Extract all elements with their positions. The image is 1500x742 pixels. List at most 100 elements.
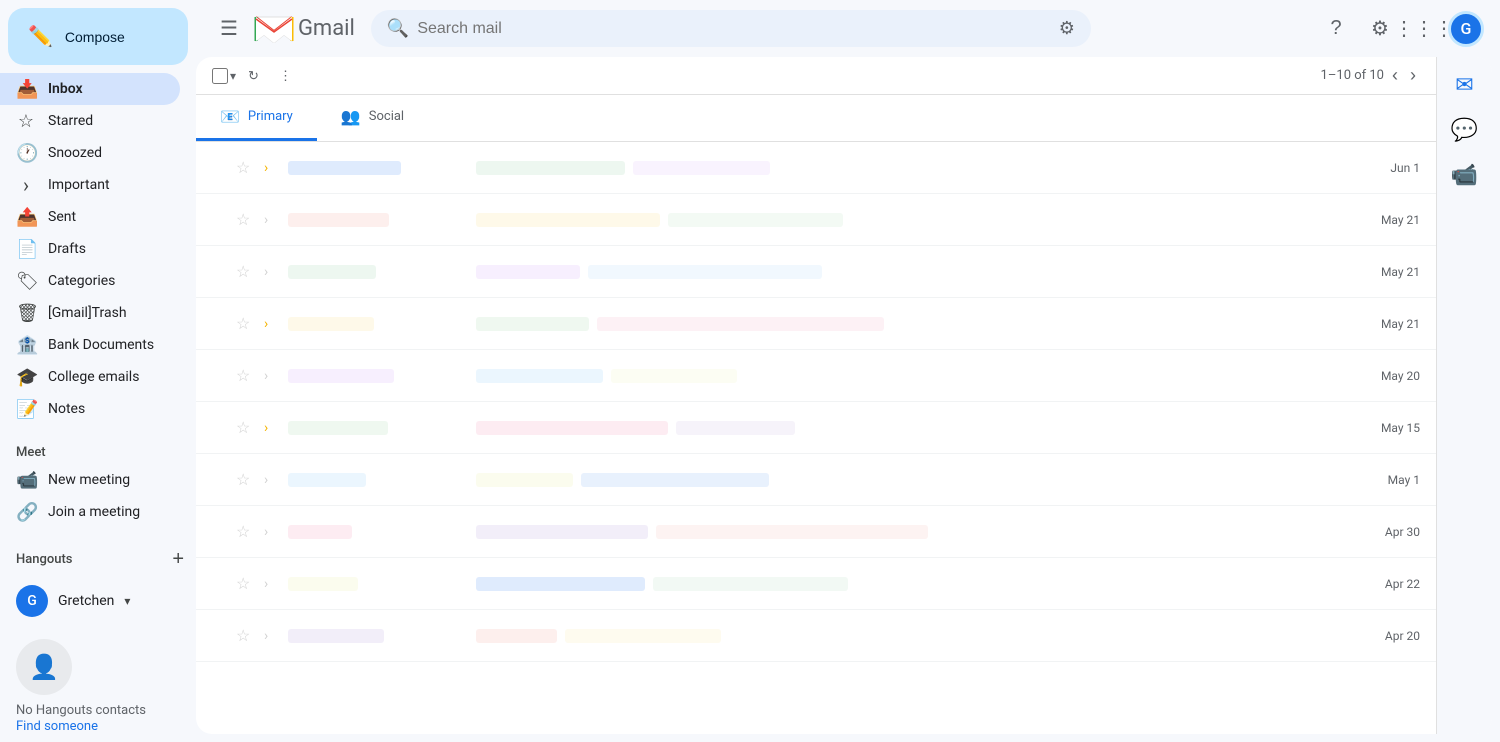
table-row[interactable]: ☆ › Apr 22: [196, 558, 1436, 610]
table-row[interactable]: ☆ › Apr 20: [196, 610, 1436, 662]
sidebar-item-categories[interactable]: 🏷 Categories: [0, 265, 180, 297]
select-all-area: ▾: [212, 68, 236, 84]
refresh-button[interactable]: ↻: [240, 62, 267, 90]
pagination-text: 1–10 of 10: [1321, 68, 1384, 83]
email-date: Apr 22: [1360, 577, 1420, 591]
email-sender: [288, 577, 468, 591]
star-icon[interactable]: ☆: [236, 626, 256, 645]
sidebar-item-bank-documents[interactable]: 🏦 Bank Documents: [0, 329, 180, 361]
email-section: ▾ ↻ ⋮ 1–10 of 10 ‹ › 📧 Primary 👥 Soc: [196, 57, 1436, 734]
email-date: Apr 30: [1360, 525, 1420, 539]
search-input[interactable]: [417, 20, 1050, 38]
apps-button[interactable]: ⋮⋮⋮: [1404, 9, 1444, 49]
tab-primary[interactable]: 📧 Primary: [196, 95, 317, 141]
no-hangouts-section: 👤 No Hangouts contacts Find someone: [0, 623, 196, 742]
right-tab-mail[interactable]: ✉: [1447, 65, 1481, 106]
table-row[interactable]: ☆ › May 21: [196, 298, 1436, 350]
add-hangout-button[interactable]: +: [168, 544, 188, 575]
email-sender: [288, 629, 468, 643]
right-tab-chat[interactable]: 💬: [1443, 110, 1486, 151]
email-subject-snippet: [476, 161, 1352, 175]
table-row[interactable]: ☆ › May 1: [196, 454, 1436, 506]
sidebar-item-inbox[interactable]: 📥 Inbox: [0, 73, 180, 105]
table-row[interactable]: ☆ › Jun 1: [196, 142, 1436, 194]
right-tab-meet[interactable]: 📹: [1443, 155, 1486, 196]
important-icon[interactable]: ›: [264, 212, 280, 228]
important-icon[interactable]: ›: [264, 628, 280, 644]
important-icon[interactable]: ›: [264, 524, 280, 540]
email-subject-snippet: [476, 317, 1352, 331]
important-icon[interactable]: ›: [264, 368, 280, 384]
table-row[interactable]: ☆ › May 20: [196, 350, 1436, 402]
sidebar-item-join-meeting[interactable]: 🔗 Join a meeting: [0, 496, 180, 528]
support-button[interactable]: ?: [1316, 9, 1356, 49]
meet-section: Meet 📹 New meeting 🔗 Join a meeting: [0, 437, 196, 528]
select-all-checkbox[interactable]: [212, 68, 228, 84]
important-icon[interactable]: ›: [264, 264, 280, 280]
chevron-down-icon[interactable]: ▾: [124, 594, 130, 608]
email-sender: [288, 213, 468, 227]
important-icon[interactable]: ›: [264, 420, 280, 436]
important-icon[interactable]: ›: [264, 160, 280, 176]
compose-button[interactable]: ✏️ Compose: [8, 8, 188, 65]
find-someone-link[interactable]: Find someone: [16, 719, 98, 734]
sidebar-item-important[interactable]: › Important: [0, 169, 180, 201]
next-page-button[interactable]: ›: [1406, 61, 1420, 90]
sidebar-item-gmail-trash[interactable]: 🗑 [Gmail]Trash: [0, 297, 180, 329]
sidebar-item-label: Starred: [48, 113, 164, 129]
pagination-info: 1–10 of 10 ‹ ›: [1321, 61, 1420, 90]
menu-button[interactable]: ☰: [212, 8, 246, 49]
user-avatar[interactable]: G: [1448, 11, 1484, 47]
tab-social[interactable]: 👥 Social: [317, 95, 428, 141]
email-list: ☆ › Jun 1 ☆ › May 21 ☆ ›: [196, 142, 1436, 734]
email-subject-snippet: [476, 577, 1352, 591]
notes-icon: 📝: [16, 399, 36, 420]
star-icon[interactable]: ☆: [236, 366, 256, 385]
more-options-button[interactable]: ⋮: [271, 62, 300, 90]
sent-icon: 📤: [16, 207, 36, 228]
email-date: May 20: [1360, 369, 1420, 383]
prev-page-button[interactable]: ‹: [1388, 61, 1402, 90]
email-subject-snippet: [476, 473, 1352, 487]
important-icon[interactable]: ›: [264, 576, 280, 592]
search-icon[interactable]: 🔍: [387, 18, 409, 39]
sidebar-item-label: Categories: [48, 273, 164, 289]
sidebar-item-sent[interactable]: 📤 Sent: [0, 201, 180, 233]
tune-icon[interactable]: ⚙: [1059, 18, 1075, 39]
sidebar-item-notes[interactable]: 📝 Notes: [0, 393, 180, 425]
star-icon[interactable]: ☆: [236, 262, 256, 281]
sidebar-item-drafts[interactable]: 📄 Drafts: [0, 233, 180, 265]
tabs: 📧 Primary 👥 Social: [196, 95, 1436, 142]
starred-icon: ☆: [16, 111, 36, 132]
sidebar-item-snoozed[interactable]: 🕐 Snoozed: [0, 137, 180, 169]
video-icon: 📹: [16, 470, 36, 491]
star-icon[interactable]: ☆: [236, 314, 256, 333]
star-icon[interactable]: ☆: [236, 522, 256, 541]
email-sender: [288, 161, 468, 175]
table-row[interactable]: ☆ › May 21: [196, 194, 1436, 246]
tab-label: Primary: [248, 109, 293, 124]
table-row[interactable]: ☆ › May 21: [196, 246, 1436, 298]
inbox-icon: 📥: [16, 79, 36, 100]
select-dropdown-arrow[interactable]: ▾: [230, 69, 236, 83]
sidebar-item-label: Notes: [48, 401, 164, 417]
table-row[interactable]: ☆ › Apr 30: [196, 506, 1436, 558]
table-row[interactable]: ☆ › May 15: [196, 402, 1436, 454]
important-icon[interactable]: ›: [264, 316, 280, 332]
sidebar-item-new-meeting[interactable]: 📹 New meeting: [0, 464, 180, 496]
sidebar-item-label: Join a meeting: [48, 504, 164, 520]
sidebar-item-label: Important: [48, 177, 164, 193]
important-icon[interactable]: ›: [264, 472, 280, 488]
star-icon[interactable]: ☆: [236, 418, 256, 437]
sidebar: ✏️ Compose 📥 Inbox ☆ Starred 🕐 Snoozed ›…: [0, 0, 196, 742]
person-icon: 👤: [29, 653, 59, 681]
gmail-logo-svg: [254, 15, 294, 43]
star-icon[interactable]: ☆: [236, 158, 256, 177]
star-icon[interactable]: ☆: [236, 574, 256, 593]
sidebar-item-college-emails[interactable]: 🎓 College emails: [0, 361, 180, 393]
star-icon[interactable]: ☆: [236, 470, 256, 489]
email-sender: [288, 317, 468, 331]
star-icon[interactable]: ☆: [236, 210, 256, 229]
hangouts-contact-item[interactable]: G Gretchen ▾: [0, 579, 196, 623]
sidebar-item-starred[interactable]: ☆ Starred: [0, 105, 180, 137]
